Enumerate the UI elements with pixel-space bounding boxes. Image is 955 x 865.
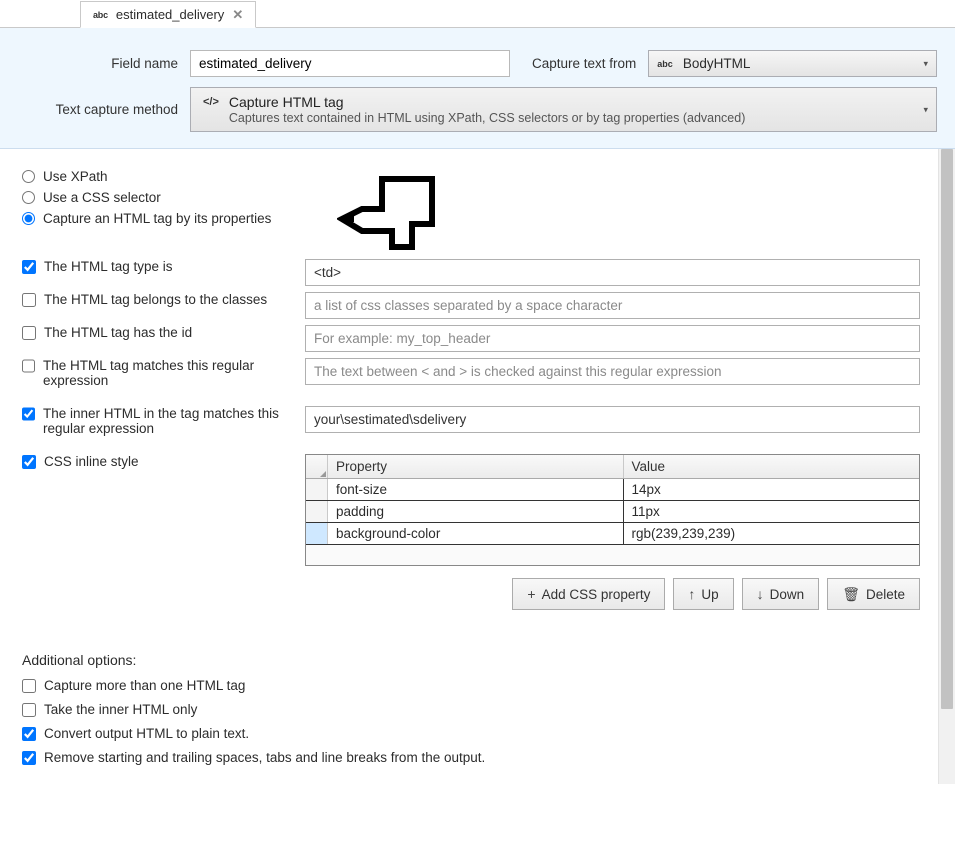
cell-val: rgb(239,239,239) <box>624 523 920 544</box>
add-css-property-button[interactable]: + Add CSS property <box>512 578 665 610</box>
btn-label: Delete <box>866 587 905 602</box>
table-row[interactable]: background-color rgb(239,239,239) <box>306 523 919 545</box>
opt-convert-plain[interactable]: Convert output HTML to plain text. <box>22 726 920 741</box>
additional-options: Additional options: Capture more than on… <box>22 652 920 765</box>
check-tag-type-label: The HTML tag type is <box>44 259 173 274</box>
radio-use-xpath[interactable]: Use XPath <box>22 169 327 184</box>
method-title: Capture HTML tag <box>229 94 745 110</box>
col-value: Value <box>624 455 920 478</box>
tab-estimated-delivery[interactable]: abc estimated_delivery ✕ <box>80 1 256 28</box>
input-has-id[interactable] <box>305 325 920 352</box>
chevron-down-icon: ▾ <box>923 104 928 115</box>
cell-prop: background-color <box>328 523 624 544</box>
abc-type-icon: abc <box>93 10 108 20</box>
tab-bar: abc estimated_delivery ✕ <box>0 0 955 28</box>
header-pane: Field name Capture text from abc BodyHTM… <box>0 28 955 149</box>
btn-label: Add CSS property <box>542 587 651 602</box>
input-classes[interactable] <box>305 292 920 319</box>
pointer-icon <box>337 169 920 259</box>
capture-from-select[interactable]: abc BodyHTML ▾ <box>648 50 937 77</box>
opt-label: Capture more than one HTML tag <box>44 678 245 693</box>
check-tag-regex[interactable]: The HTML tag matches this regular expres… <box>22 358 297 388</box>
radio-css-label: Use a CSS selector <box>43 190 161 205</box>
opt-label: Take the inner HTML only <box>44 702 197 717</box>
abc-type-icon: abc <box>657 59 673 69</box>
cell-prop: padding <box>328 501 624 522</box>
vertical-scrollbar[interactable] <box>938 149 955 784</box>
capture-from-value: BodyHTML <box>683 56 751 71</box>
btn-label: Up <box>701 587 718 602</box>
up-button[interactable]: ↑ Up <box>673 578 733 610</box>
down-button[interactable]: ↓ Down <box>742 578 820 610</box>
check-inner-regex[interactable]: The inner HTML in the tag matches this r… <box>22 406 297 436</box>
method-desc: Captures text contained in HTML using XP… <box>229 111 745 125</box>
tab-title: estimated_delivery <box>116 7 224 22</box>
check-classes-label: The HTML tag belongs to the classes <box>44 292 267 307</box>
radio-xpath-label: Use XPath <box>43 169 108 184</box>
cell-prop: font-size <box>328 479 624 500</box>
radio-use-css[interactable]: Use a CSS selector <box>22 190 327 205</box>
capture-mode-radios: Use XPath Use a CSS selector Capture an … <box>22 169 327 232</box>
trash-icon: 🗑 <box>842 586 860 603</box>
field-name-input[interactable] <box>190 50 510 77</box>
opt-label: Remove starting and trailing spaces, tab… <box>44 750 485 765</box>
input-tag-regex[interactable] <box>305 358 920 385</box>
code-icon: </> <box>203 94 219 125</box>
field-name-label: Field name <box>10 56 190 71</box>
table-corner <box>306 455 328 478</box>
arrow-up-icon: ↑ <box>688 586 695 602</box>
check-has-id-label: The HTML tag has the id <box>44 325 192 340</box>
delete-button[interactable]: 🗑 Delete <box>827 578 920 610</box>
check-has-id[interactable]: The HTML tag has the id <box>22 325 297 340</box>
input-inner-regex[interactable] <box>305 406 920 433</box>
btn-label: Down <box>770 587 805 602</box>
plus-icon: + <box>527 586 535 602</box>
check-tag-type[interactable]: The HTML tag type is <box>22 259 297 274</box>
capture-from-label: Capture text from <box>510 56 648 71</box>
radio-props-label: Capture an HTML tag by its properties <box>43 211 271 226</box>
check-inner-regex-label: The inner HTML in the tag matches this r… <box>43 406 297 436</box>
check-classes[interactable]: The HTML tag belongs to the classes <box>22 292 297 307</box>
additional-title: Additional options: <box>22 652 920 668</box>
cell-val: 11px <box>624 501 920 522</box>
table-footer <box>306 545 919 565</box>
opt-inner-html-only[interactable]: Take the inner HTML only <box>22 702 920 717</box>
check-css-style-label: CSS inline style <box>44 454 139 469</box>
scroll-thumb[interactable] <box>941 149 953 709</box>
check-css-style[interactable]: CSS inline style <box>22 454 297 469</box>
arrow-down-icon: ↓ <box>757 586 764 602</box>
opt-label: Convert output HTML to plain text. <box>44 726 249 741</box>
input-tag-type[interactable] <box>305 259 920 286</box>
method-select[interactable]: </> Capture HTML tag Captures text conta… <box>190 87 937 132</box>
check-tag-regex-label: The HTML tag matches this regular expres… <box>43 358 297 388</box>
css-properties-table[interactable]: Property Value font-size 14px padding 11… <box>305 454 920 566</box>
radio-use-properties[interactable]: Capture an HTML tag by its properties <box>22 211 327 226</box>
opt-capture-multiple[interactable]: Capture more than one HTML tag <box>22 678 920 693</box>
table-row[interactable]: padding 11px <box>306 501 919 523</box>
cell-val: 14px <box>624 479 920 500</box>
col-property: Property <box>328 455 624 478</box>
method-label: Text capture method <box>10 102 190 117</box>
close-icon[interactable]: ✕ <box>232 7 243 23</box>
table-row[interactable]: font-size 14px <box>306 479 919 501</box>
chevron-down-icon: ▾ <box>923 58 928 69</box>
opt-trim-output[interactable]: Remove starting and trailing spaces, tab… <box>22 750 920 765</box>
